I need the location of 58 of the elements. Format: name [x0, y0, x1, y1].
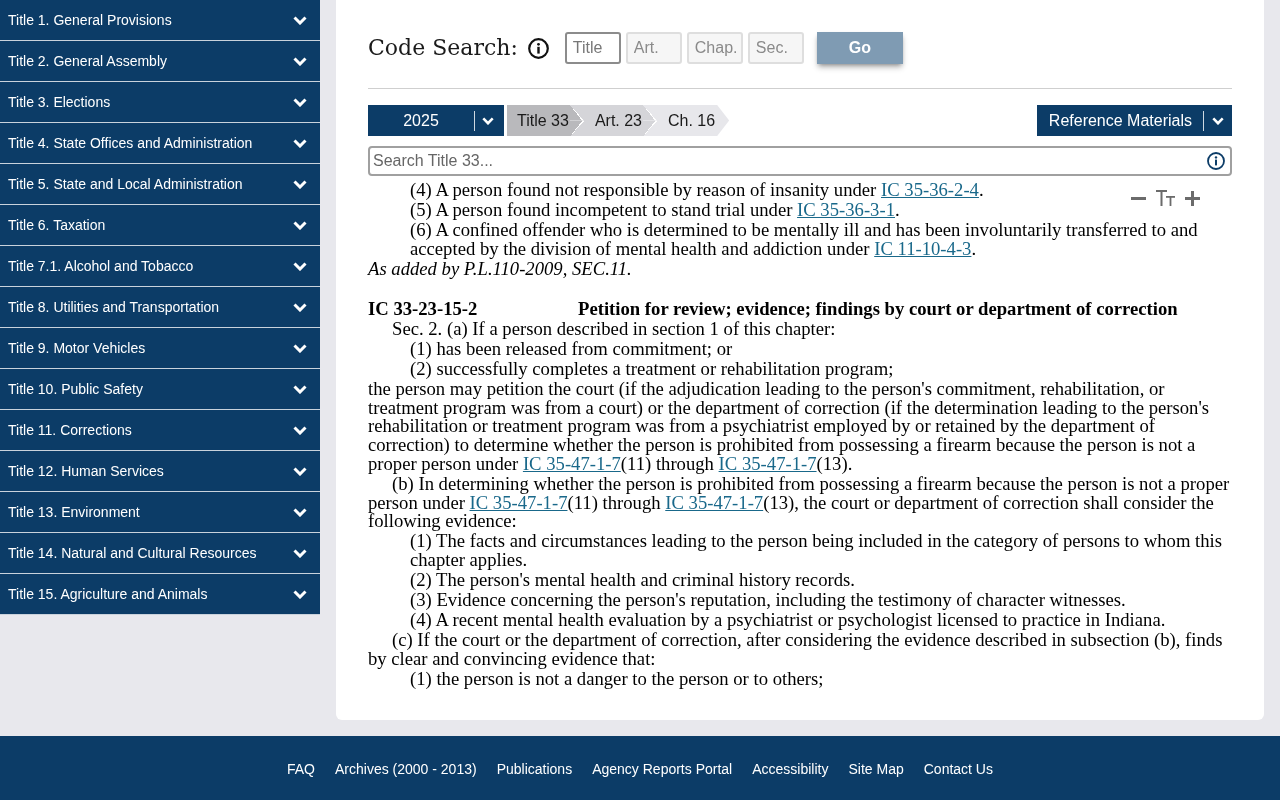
footer-link[interactable]: Site Map — [848, 759, 904, 780]
sidebar-item[interactable]: Title 12. Human Services — [0, 451, 320, 492]
minus-icon[interactable] — [1131, 196, 1146, 200]
plus-icon[interactable] — [1185, 190, 1200, 206]
sidebar-item[interactable]: Title 10. Public Safety — [0, 369, 320, 410]
section-title: Petition for review; evidence; findings by court or department of correction — [578, 299, 1178, 319]
footer-link[interactable]: Agency Reports Portal — [592, 759, 733, 780]
sidebar-item[interactable]: Title 2. General Assembly — [0, 41, 320, 82]
paragraph: the person may petition the court (if the adjudication leading to the person's commitment, rehabilitation, or treatment program was from a court) or the department of correction (if the determination leading to the person's rehabilitation or treatment program was from a psychiatrist employed by or retained by the department of correction) to determine whether the person is prohibited from possessing a firearm because the person is not a proper person under IC 35-47-1-7(11) through IC 35-47-1-7(13). — [368, 379, 1211, 474]
list-item-text: (6) A confined offender who is determined to be mentally ill and has been involuntarily transferred to and accepted by the division of mental health and addiction under IC 11-10-4-3. — [409, 221, 1199, 259]
list-item-text: (2) successfully completes a treatment or rehabilitation program; — [409, 359, 894, 379]
info-icon[interactable] — [527, 37, 549, 59]
list-item-text: (5) A person found incompetent to stand trial under IC 35-36-3-1. — [409, 201, 900, 220]
sidebar-item[interactable]: Title 1. General Provisions — [0, 0, 320, 41]
sidebar-item[interactable]: Title 7.1. Alcohol and Tobacco — [0, 246, 320, 287]
sidebar-item[interactable]: Title 15. Agriculture and Animals — [0, 574, 320, 615]
breadcrumb-link[interactable]: Title 33 — [507, 105, 570, 136]
sidebar-item[interactable]: Title 11. Corrections — [0, 410, 320, 451]
list-item-text: (1) has been released from commitment; or — [409, 339, 733, 359]
footer-link[interactable]: FAQ — [287, 759, 315, 780]
breadcrumb-link[interactable]: Ch. 16 — [643, 105, 730, 136]
statute-link[interactable]: IC 11-10-4-3 — [874, 237, 972, 259]
search-field[interactable]: Search Title 33... — [368, 146, 1232, 176]
chevron-down-icon — [1212, 116, 1224, 125]
list-item-text: (4) A recent mental health evaluation by a psychiatrist or psychologist licensed to practice in Indiana. — [409, 611, 1166, 630]
statute-link[interactable]: IC 35-36-3-1 — [797, 199, 895, 220]
list-item-text: (3) Evidence concerning the person's reputation, including the testimony of character witnesses. — [409, 591, 1126, 610]
statute-link[interactable]: IC 35-36-2-4 — [881, 179, 979, 200]
text-size-icon — [1156, 190, 1175, 206]
sidebar-item[interactable]: Title 4. State Offices and Administration — [0, 123, 320, 164]
sidebar-item[interactable]: Title 3. Elections — [0, 82, 320, 123]
sidebar-item[interactable]: Title 13. Environment — [0, 492, 320, 533]
list-item-text: (1) the person is not a danger to the person or to others; — [409, 669, 824, 689]
section-paragraph: (b) In determining whether the person is prohibited from possessing a firearm because the person is not a proper person under IC 35-47-1-7(11) through IC 35-47-1-7(13), the court or department of correction shall consider the following evidence: — [368, 474, 1231, 531]
breadcrumb-link[interactable]: Art. 23 — [569, 105, 643, 136]
sidebar-item[interactable]: Title 6. Taxation — [0, 205, 320, 246]
sidebar-item[interactable]: Title 5. State and Local Administration — [0, 164, 320, 205]
info-icon[interactable] — [1207, 152, 1225, 170]
section-number: IC 33-23-15-2 — [368, 299, 479, 319]
footer-link[interactable]: Archives (2000 - 2013) — [335, 759, 477, 780]
sidebar-item[interactable]: Title 8. Utilities and Transportation — [0, 287, 320, 328]
chevron-down-icon — [482, 116, 494, 125]
section-paragraph: (c) If the court or the department of correction, after considering the evidence described in subsection (b), finds by clear and convincing evidence that: — [368, 631, 1224, 669]
history-note: As added by P.L.110-2009, SEC.11. — [368, 259, 632, 279]
footer-link[interactable]: Contact Us — [923, 759, 993, 780]
footer-link[interactable]: Accessibility — [752, 759, 829, 780]
code-search-heading: Code Search: — [368, 34, 518, 62]
statute-link[interactable]: IC 35-47-1-7 — [522, 452, 621, 474]
list-item-text: (1) The facts and circumstances leading to the person being included in the category of persons to whom this chapter applies. — [410, 532, 1223, 570]
footer-link[interactable]: Publications — [496, 759, 573, 780]
code-search-field[interactable]: Title — [564, 32, 621, 64]
section-paragraph: Sec. 2. (a) If a person described in section 1 of this chapter: — [391, 319, 836, 339]
year-dropdown[interactable]: 2025 — [368, 105, 504, 136]
list-item-text: (4) A person found not responsible by reason of insanity under IC 35-36-2-4. — [409, 181, 984, 200]
sidebar-item[interactable]: Title 14. Natural and Cultural Resources — [0, 533, 320, 574]
reference-materials-dropdown[interactable]: Reference Materials — [1036, 105, 1232, 136]
sidebar-item[interactable]: Title 9. Motor Vehicles — [0, 328, 320, 369]
list-item-text: (2) The person's mental health and criminal history records. — [409, 571, 855, 590]
